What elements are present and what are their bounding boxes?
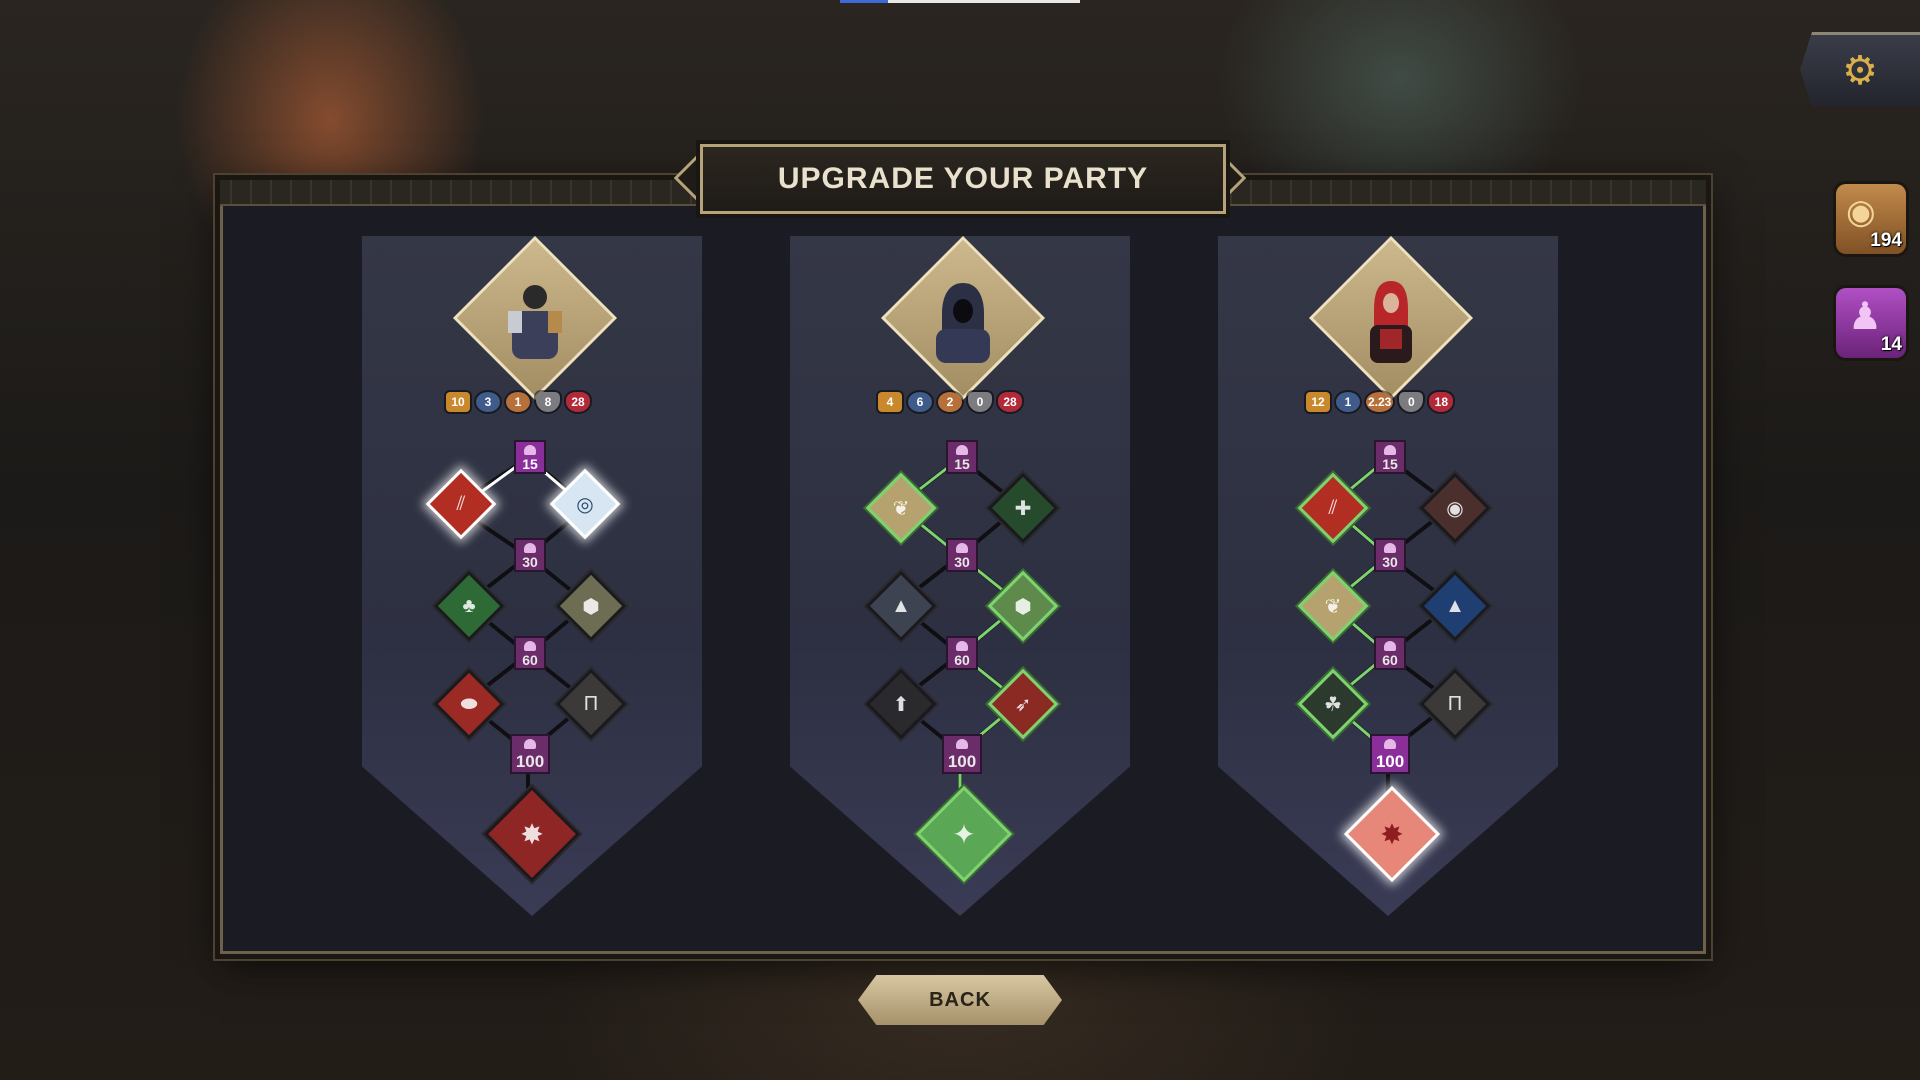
speed-stat: 1 (506, 392, 530, 412)
tier-badge-60: 60 (514, 636, 546, 670)
gold-count: 194 (1870, 230, 1902, 251)
tier-badge-15: 15 (1374, 440, 1406, 474)
mage-figure-icon (1344, 271, 1438, 365)
muscle-figure-icon: ♟ (1848, 296, 1883, 338)
skill-stat: 3 (476, 392, 500, 412)
attack-stat: 4 (878, 392, 902, 412)
warrior-figure-icon (488, 271, 582, 365)
tier-badge-100: 100 (510, 734, 550, 774)
armor-stat: 0 (1399, 392, 1424, 412)
armor-stat: 8 (536, 392, 560, 412)
gold-counter: ◉ 194 (1836, 184, 1906, 254)
tier-badge-60: 60 (1374, 636, 1406, 670)
top-progress-fill (840, 0, 888, 3)
tier-badge-100: 100 (942, 734, 982, 774)
health-stat: 18 (1429, 392, 1454, 412)
armor-stat: 0 (968, 392, 992, 412)
trainer-counter: ♟ 14 (1836, 288, 1906, 358)
speed-stat: 2.23 (1366, 392, 1394, 412)
attack-stat: 12 (1306, 392, 1330, 412)
tier-badge-30: 30 (946, 538, 978, 572)
tier-badge-15: 15 (946, 440, 978, 474)
rogue-stats: 4 6 2 0 28 (878, 392, 1022, 412)
trainer-count: 14 (1880, 334, 1902, 355)
skill-stat: 6 (908, 392, 932, 412)
title-banner: UPGRADE YOUR PARTY (700, 144, 1226, 214)
rogue-figure-icon (916, 271, 1010, 365)
attack-stat: 10 (446, 392, 470, 412)
back-button-label: BACK (929, 988, 991, 1011)
health-stat: 28 (566, 392, 590, 412)
mage-stats: 12 1 2.23 0 18 (1306, 392, 1454, 412)
speed-stat: 2 (938, 392, 962, 412)
page-title: UPGRADE YOUR PARTY (777, 162, 1149, 195)
skill-stat: 1 (1336, 392, 1360, 412)
tier-badge-100: 100 (1370, 734, 1410, 774)
tier-badge-60: 60 (946, 636, 978, 670)
gear-icon: ⚙ (1842, 49, 1878, 93)
tier-badge-15: 15 (514, 440, 546, 474)
tier-badge-30: 30 (1374, 538, 1406, 572)
tier-badge-30: 30 (514, 538, 546, 572)
settings-button[interactable]: ⚙ (1800, 32, 1920, 107)
back-button[interactable]: BACK (858, 975, 1062, 1025)
warrior-stats: 10 3 1 8 28 (446, 392, 590, 412)
health-stat: 28 (998, 392, 1022, 412)
coin-stack-icon: ◉ (1846, 193, 1876, 231)
